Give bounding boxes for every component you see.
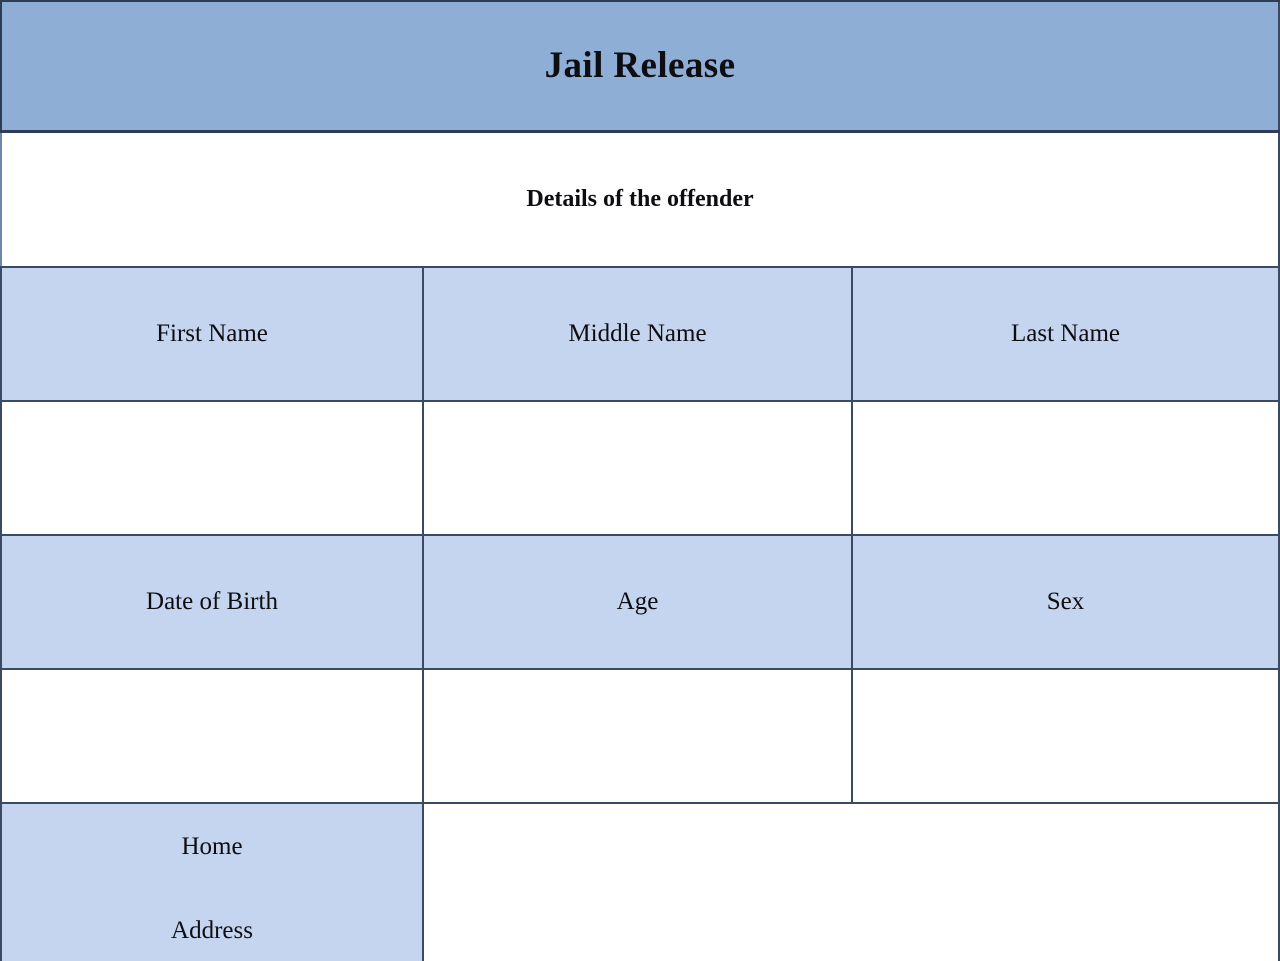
- home-address-label-line-2: Address: [171, 917, 253, 945]
- date-of-birth-label: Date of Birth: [146, 588, 278, 615]
- form-title-banner: Jail Release: [0, 0, 1280, 133]
- name-value-row: [0, 402, 1280, 536]
- date-of-birth-field[interactable]: [0, 670, 424, 802]
- home-address-label-cell: Home Address: [0, 804, 424, 961]
- form-title-cell: Jail Release: [0, 2, 1280, 130]
- jail-release-form: Jail Release Details of the offender Fir…: [0, 0, 1280, 961]
- last-name-label: Last Name: [1011, 320, 1120, 347]
- sex-field[interactable]: [853, 670, 1280, 802]
- middle-name-label: Middle Name: [568, 320, 707, 347]
- name-label-row: First Name Middle Name Last Name: [0, 268, 1280, 402]
- age-label-cell: Age: [424, 536, 853, 668]
- first-name-label-cell: First Name: [0, 268, 424, 400]
- home-address-row: Home Address: [0, 804, 1280, 961]
- demographics-label-row: Date of Birth Age Sex: [0, 536, 1280, 670]
- home-address-label-line-1: Home: [181, 832, 243, 860]
- first-name-field[interactable]: [0, 402, 424, 534]
- middle-name-field[interactable]: [424, 402, 853, 534]
- middle-name-label-cell: Middle Name: [424, 268, 853, 400]
- first-name-label: First Name: [156, 320, 268, 347]
- age-label: Age: [616, 588, 659, 615]
- demographics-value-row: [0, 670, 1280, 804]
- section-heading: Details of the offender: [526, 186, 754, 212]
- page-title: Jail Release: [544, 44, 736, 86]
- sex-label-cell: Sex: [853, 536, 1280, 668]
- section-heading-row: Details of the offender: [0, 133, 1280, 268]
- last-name-field[interactable]: [853, 402, 1280, 534]
- age-field[interactable]: [424, 670, 853, 802]
- home-address-field[interactable]: [424, 804, 1280, 961]
- sex-label: Sex: [1046, 588, 1085, 615]
- last-name-label-cell: Last Name: [853, 268, 1280, 400]
- section-heading-cell: Details of the offender: [0, 133, 1280, 266]
- date-of-birth-label-cell: Date of Birth: [0, 536, 424, 668]
